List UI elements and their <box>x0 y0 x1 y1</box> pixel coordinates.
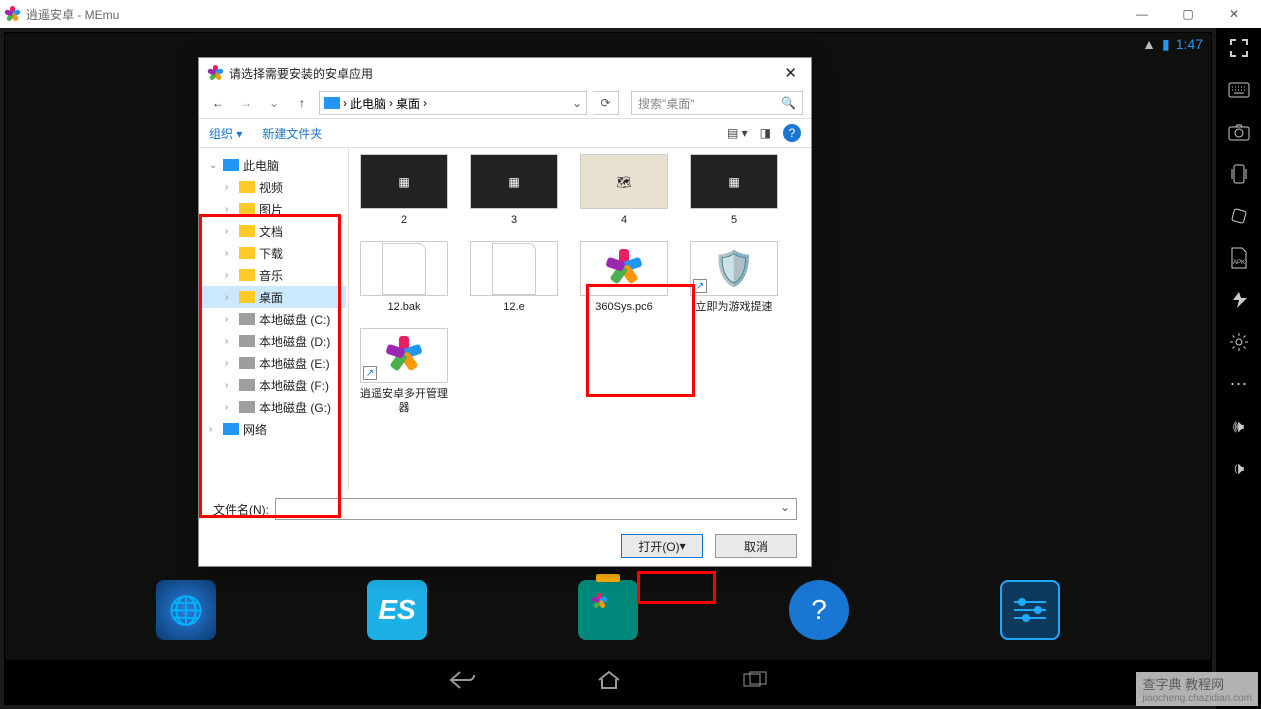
watermark: 查字典 教程网 jiaocheng.chazidian.com <box>1136 672 1258 706</box>
tree-item[interactable]: ›文档 <box>201 220 346 242</box>
file-item[interactable]: 🗺4 <box>579 154 669 227</box>
tree-item[interactable]: ›本地磁盘 (G:) <box>201 396 346 418</box>
window-title: 逍遥安卓 - MEmu <box>26 6 119 23</box>
tree-item[interactable]: ›本地磁盘 (C:) <box>201 308 346 330</box>
clock-text: 1:47 <box>1176 36 1203 52</box>
file-item[interactable]: 12.bak <box>359 241 449 314</box>
help-app-icon[interactable]: ? <box>789 580 849 640</box>
file-item[interactable]: 🛡️↗立即为游戏提速 <box>689 241 779 314</box>
breadcrumb-current[interactable]: 桌面 <box>396 95 420 112</box>
close-button[interactable]: ✕ <box>1211 0 1257 28</box>
back-button[interactable] <box>448 669 476 696</box>
wifi-icon: ▲ <box>1142 36 1156 52</box>
home-button[interactable] <box>596 669 622 696</box>
memu-titlebar: 逍遥安卓 - MEmu — ▢ ✕ <box>0 0 1261 28</box>
android-navbar <box>5 660 1211 704</box>
help-button[interactable]: ? <box>783 124 801 142</box>
file-item[interactable]: ▦5 <box>689 154 779 227</box>
nav-back-button[interactable]: ← <box>207 92 229 114</box>
dialog-footer: 文件名(N): 打开(O) ▾ 取消 <box>199 490 811 566</box>
browser-app-icon[interactable]: 🌐 <box>156 580 216 640</box>
tree-item[interactable]: ›下载 <box>201 242 346 264</box>
minimize-button[interactable]: — <box>1119 0 1165 28</box>
dialog-titlebar: 请选择需要安装的安卓应用 ✕ <box>199 58 811 88</box>
tree-item[interactable]: ›视频 <box>201 176 346 198</box>
svg-text:APK: APK <box>1232 260 1244 266</box>
settings-app-icon[interactable] <box>1000 580 1060 640</box>
volume-up-icon[interactable]: 🕪 <box>1225 412 1253 440</box>
apk-icon[interactable]: APK <box>1225 244 1253 272</box>
settings-icon[interactable] <box>1225 328 1253 356</box>
android-statusbar: ▲ ▮ 1:47 <box>5 33 1211 55</box>
recent-button[interactable] <box>742 670 768 695</box>
search-placeholder: 搜索"桌面" <box>638 95 695 112</box>
file-open-dialog: 请选择需要安装的安卓应用 ✕ ← → ⌄ ↑ › 此电脑 › 桌面 › ⌄ ⟳ … <box>198 57 812 567</box>
tree-item[interactable]: ›桌面 <box>201 286 346 308</box>
filename-input[interactable] <box>275 498 797 520</box>
battery-icon: ▮ <box>1162 36 1170 53</box>
tree-item[interactable]: ›图片 <box>201 198 346 220</box>
nav-recent-button[interactable]: ⌄ <box>263 92 285 114</box>
file-item[interactable]: ▦2 <box>359 154 449 227</box>
fullscreen-icon[interactable] <box>1225 34 1253 62</box>
folder-tree[interactable]: ⌄此电脑›视频›图片›文档›下载›音乐›桌面›本地磁盘 (C:)›本地磁盘 (D… <box>199 148 349 490</box>
appstore-app-icon[interactable] <box>578 580 638 640</box>
refresh-button[interactable]: ⟳ <box>593 91 619 115</box>
search-input[interactable]: 搜索"桌面" 🔍 <box>631 91 803 115</box>
pc-icon <box>324 97 340 109</box>
dialog-navbar: ← → ⌄ ↑ › 此电脑 › 桌面 › ⌄ ⟳ 搜索"桌面" 🔍 <box>199 88 811 118</box>
dialog-toolbar: 组织 ▾ 新建文件夹 ▤ ▾ ◨ ? <box>199 118 811 148</box>
breadcrumb[interactable]: › 此电脑 › 桌面 › ⌄ <box>319 91 587 115</box>
maximize-button[interactable]: ▢ <box>1165 0 1211 28</box>
file-item[interactable]: 360Sys.pc6 <box>579 241 669 314</box>
newfolder-button[interactable]: 新建文件夹 <box>262 125 322 142</box>
tree-item[interactable]: ⌄此电脑 <box>201 154 346 176</box>
organize-menu[interactable]: 组织 ▾ <box>209 125 242 142</box>
camera-icon[interactable] <box>1225 118 1253 146</box>
open-button[interactable]: 打开(O) ▾ <box>621 534 703 558</box>
tree-item[interactable]: ›本地磁盘 (D:) <box>201 330 346 352</box>
keyboard-icon[interactable] <box>1225 76 1253 104</box>
memu-sidebar: APK ⋯ 🕪 🕩 <box>1216 28 1261 709</box>
nav-up-button[interactable]: ↑ <box>291 92 313 114</box>
memu-logo-icon <box>4 6 20 22</box>
breadcrumb-root[interactable]: 此电脑 <box>350 95 386 112</box>
file-item[interactable]: ↗逍遥安卓多开管理器 <box>359 328 449 415</box>
search-icon: 🔍 <box>781 96 796 110</box>
tree-item[interactable]: ›网络 <box>201 418 346 440</box>
cancel-button[interactable]: 取消 <box>715 534 797 558</box>
filename-label: 文件名(N): <box>213 501 269 518</box>
volume-down-icon[interactable]: 🕩 <box>1225 454 1253 482</box>
android-dock: 🌐 ES ? <box>5 560 1211 660</box>
view-menu[interactable]: ▤ ▾ <box>727 126 748 140</box>
tree-item[interactable]: ›本地磁盘 (F:) <box>201 374 346 396</box>
dialog-logo-icon <box>207 65 223 81</box>
clean-icon[interactable] <box>1225 286 1253 314</box>
shake-icon[interactable] <box>1225 160 1253 188</box>
more-icon[interactable]: ⋯ <box>1225 370 1253 398</box>
tree-item[interactable]: ›音乐 <box>201 264 346 286</box>
file-item[interactable]: ▦3 <box>469 154 559 227</box>
tree-item[interactable]: ›本地磁盘 (E:) <box>201 352 346 374</box>
file-item[interactable]: 12.e <box>469 241 559 314</box>
file-grid[interactable]: ▦2 ▦3 🗺4 ▦5 12.bak 12.e 360Sys.pc6 🛡️↗立即为游戏提速 ↗逍… <box>349 148 811 490</box>
preview-toggle[interactable]: ◨ <box>760 126 771 140</box>
nav-forward-button[interactable]: → <box>235 92 257 114</box>
filemanager-app-icon[interactable]: ES <box>367 580 427 640</box>
dialog-close-button[interactable]: ✕ <box>778 62 803 84</box>
dialog-title: 请选择需要安装的安卓应用 <box>229 65 373 82</box>
rotate-icon[interactable] <box>1225 202 1253 230</box>
